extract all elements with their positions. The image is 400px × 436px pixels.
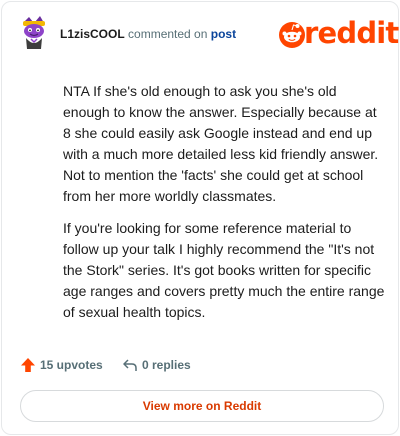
reply-icon[interactable] xyxy=(122,357,138,373)
commented-on-text: commented on xyxy=(128,27,208,41)
username[interactable]: L1zisCOOL xyxy=(60,27,125,41)
user-avatar[interactable] xyxy=(20,16,48,50)
comment-actions: 15 upvotes 0 replies xyxy=(20,356,384,374)
upvote-icon[interactable] xyxy=(20,357,36,373)
replies-count: 0 replies xyxy=(142,358,191,372)
comment-body: NTA If she's old enough to ask you she's… xyxy=(63,81,385,334)
comment-embed-card: L1zisCOOL commented on post reddit NTA I… xyxy=(1,1,399,435)
post-link[interactable]: post xyxy=(211,27,236,41)
reddit-brand[interactable]: reddit xyxy=(278,16,399,50)
comment-header: L1zisCOOL commented on post reddit xyxy=(20,16,399,52)
comment-meta: L1zisCOOL commented on post xyxy=(60,27,236,41)
reddit-wordmark: reddit xyxy=(304,16,399,50)
view-more-on-reddit-button[interactable]: View more on Reddit xyxy=(20,390,384,422)
upvotes-count: 15 upvotes xyxy=(40,358,103,372)
comment-paragraph: If you're looking for some reference mat… xyxy=(63,220,385,320)
comment-paragraph: NTA If she's old enough to ask you she's… xyxy=(63,83,379,204)
